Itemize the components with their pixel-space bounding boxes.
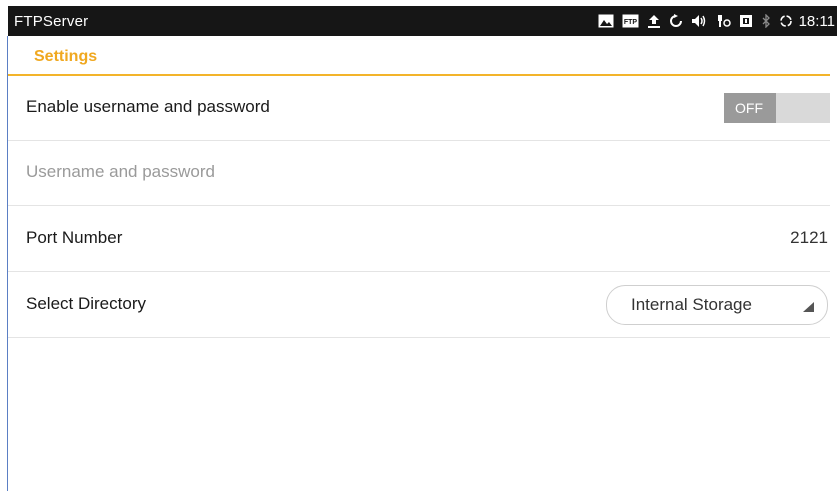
usb-icon (715, 14, 731, 28)
status-icons: FTP 18:11 (590, 12, 835, 30)
directory-dropdown-value: Internal Storage (631, 295, 752, 314)
port-number-value: 2121 (790, 228, 828, 247)
ftp-icon: FTP (622, 14, 639, 28)
enable-credentials-row[interactable]: Enable username and password OFF (8, 76, 830, 141)
ftp-server-screen: FTPServer FTP 18:11 Settings Enable user… (0, 0, 837, 491)
loading-icon (779, 14, 793, 28)
clock: 18:11 (798, 12, 835, 30)
enable-credentials-label: Enable username and password (26, 97, 270, 116)
app-name: FTPServer (14, 13, 89, 30)
ftp-icon-text: FTP (623, 19, 637, 26)
volume-icon (691, 14, 707, 28)
dropdown-caret-icon (802, 300, 814, 318)
select-directory-row: Select Directory Internal Storage (8, 273, 830, 338)
bluetooth-icon (761, 14, 771, 28)
username-password-label: Username and password (26, 162, 215, 181)
directory-dropdown[interactable]: Internal Storage (606, 285, 828, 325)
port-number-row[interactable]: Port Number 2121 (8, 207, 830, 272)
username-password-row: Username and password (8, 141, 830, 206)
image-icon (598, 14, 614, 28)
sim-icon (739, 14, 753, 28)
settings-title: Settings (34, 48, 98, 65)
upload-icon (647, 14, 661, 28)
status-bar: FTPServer FTP 18:11 (8, 6, 837, 36)
sync-icon (669, 14, 683, 28)
settings-header: Settings (8, 36, 830, 76)
toggle-knob: OFF (724, 93, 776, 123)
enable-credentials-toggle[interactable]: OFF (724, 93, 830, 123)
port-number-label: Port Number (26, 228, 123, 247)
select-directory-label: Select Directory (26, 294, 146, 313)
toggle-state-text: OFF (735, 100, 763, 116)
